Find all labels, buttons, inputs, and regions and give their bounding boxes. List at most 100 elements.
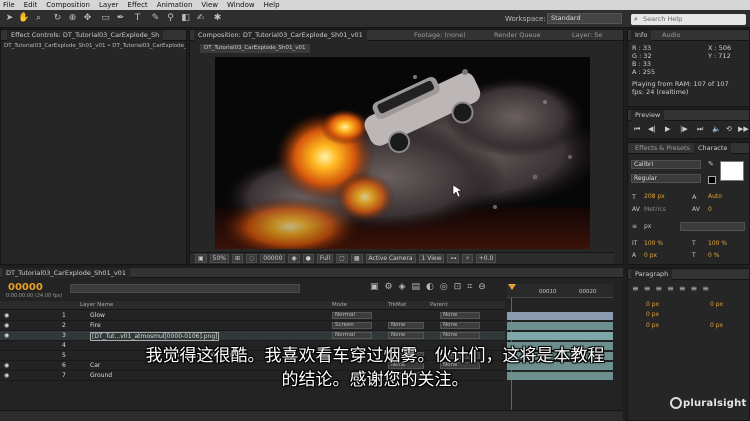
fast-preview-icon[interactable]: ⚡ xyxy=(462,254,473,263)
visibility-icon[interactable]: ◉ xyxy=(4,332,9,339)
pan-behind-tool-icon[interactable]: ✥ xyxy=(82,13,93,24)
track-bar[interactable] xyxy=(507,322,613,330)
layer-parent[interactable]: None xyxy=(440,332,480,339)
tab-footage[interactable]: Footage: (none) xyxy=(410,30,470,41)
puppet-tool-icon[interactable]: ✱ xyxy=(212,13,223,24)
menu-window[interactable]: Window xyxy=(227,1,255,9)
audio-icon[interactable]: 🔈 xyxy=(712,125,721,133)
search-help-input[interactable]: Search Help xyxy=(631,14,746,25)
exposure-value[interactable]: +0.0 xyxy=(475,254,497,263)
font-family-select[interactable]: Calibri xyxy=(631,160,701,169)
viewer-timecode[interactable]: 00000 xyxy=(260,254,286,263)
layer-trkmat[interactable]: None xyxy=(388,322,424,329)
horizontal-scale-value[interactable]: 100 % xyxy=(708,240,727,247)
rotate-tool-icon[interactable]: ↻ xyxy=(52,13,63,24)
next-frame-icon[interactable]: |▶ xyxy=(680,125,688,133)
col-trkmat[interactable]: TrkMat xyxy=(388,302,406,308)
layer-name[interactable]: [DT_Tut...v01_atmosmul[0000-0106].png] xyxy=(90,332,220,341)
vertical-scale-value[interactable]: 100 % xyxy=(644,240,663,247)
tab-audio[interactable]: Audio xyxy=(658,30,684,41)
layer-mode[interactable]: Normal xyxy=(332,332,372,339)
hand-tool-icon[interactable]: ✋ xyxy=(18,13,29,24)
layer-row[interactable]: ◉ 2 Fire Screen None None xyxy=(0,321,505,331)
layer-row[interactable]: ◉ 3 [DT_Tut...v01_atmosmul[0000-0106].pn… xyxy=(0,331,505,341)
leading-value[interactable]: Auto xyxy=(708,193,722,200)
menu-file[interactable]: File xyxy=(3,1,15,9)
view-layout-select[interactable]: 1 View xyxy=(418,254,445,263)
timeline-search-input[interactable] xyxy=(70,284,300,293)
composition-subtab[interactable]: DT_Tutorial03_CarExplode_Sh01_v01 xyxy=(200,44,310,53)
composition-viewer[interactable] xyxy=(215,57,590,249)
play-icon[interactable]: ▶ xyxy=(665,125,670,133)
grid-icon[interactable]: ⊞ xyxy=(232,254,244,263)
pen-tool-icon[interactable]: ✒ xyxy=(115,13,126,24)
tab-preview[interactable]: Preview xyxy=(631,110,665,121)
tab-effects-presets[interactable]: Effects & Presets xyxy=(631,143,694,154)
tab-info[interactable]: Info xyxy=(631,30,652,41)
alignment-buttons[interactable]: ≡≡≡≡≡≡≡ xyxy=(632,284,714,293)
visibility-icon[interactable]: ◉ xyxy=(4,322,9,329)
layer-name[interactable]: Glow xyxy=(90,312,105,319)
workspace-select[interactable]: Standard xyxy=(547,13,622,24)
mask-icon[interactable]: ◌ xyxy=(246,254,258,263)
transparency-grid-icon[interactable]: ▦ xyxy=(350,254,363,263)
roi-icon[interactable]: ▢ xyxy=(336,254,348,263)
loop-icon[interactable]: ⟲ xyxy=(726,125,732,133)
tab-render-queue[interactable]: Render Queue xyxy=(490,30,545,41)
menu-help[interactable]: Help xyxy=(264,1,280,9)
layer-parent[interactable]: None xyxy=(440,312,480,319)
prev-frame-icon[interactable]: ◀| xyxy=(648,125,656,133)
brush-tool-icon[interactable]: ✎ xyxy=(150,13,161,24)
camera-select[interactable]: Active Camera xyxy=(365,254,416,263)
selection-tool-icon[interactable]: ➤ xyxy=(4,13,15,24)
layer-row[interactable]: ◉ 1 Glow Normal None xyxy=(0,311,505,321)
rectangle-tool-icon[interactable]: ▭ xyxy=(100,13,111,24)
tab-paragraph[interactable]: Paragraph xyxy=(631,269,673,280)
eyedropper-icon[interactable]: ✎ xyxy=(708,160,714,168)
zoom-tool-icon[interactable]: ⌕ xyxy=(33,13,44,24)
flowchart-icon[interactable]: ⊶ xyxy=(447,254,460,263)
baseline-value[interactable]: 0 px xyxy=(644,252,657,259)
indent-first-value[interactable]: 0 px xyxy=(646,311,659,318)
stroke-unit[interactable]: px xyxy=(644,223,651,230)
black-swatch[interactable] xyxy=(708,176,716,184)
channel-icon[interactable]: ● xyxy=(302,254,314,263)
layer-trkmat[interactable]: None xyxy=(388,332,424,339)
last-frame-icon[interactable]: ⏭ xyxy=(697,125,703,134)
menu-edit[interactable]: Edit xyxy=(24,1,38,9)
camera-tool-icon[interactable]: ⊕ xyxy=(67,13,78,24)
menu-animation[interactable]: Animation xyxy=(157,1,193,9)
menu-effect[interactable]: Effect xyxy=(128,1,148,9)
layer-mode[interactable]: Screen xyxy=(332,322,372,329)
clone-stamp-tool-icon[interactable]: ⚲ xyxy=(165,13,176,24)
resolution-select[interactable]: Full xyxy=(316,254,334,263)
tab-character[interactable]: Characte xyxy=(694,143,732,154)
col-layer-name[interactable]: Layer Name xyxy=(80,302,113,308)
indent-right-value[interactable]: 0 px xyxy=(710,301,723,308)
tab-effect-controls[interactable]: Effect Controls: DT_Tutorial03_CarExplod… xyxy=(7,30,164,41)
timeline-ruler[interactable]: 00010 00020 xyxy=(507,284,613,298)
track-bar[interactable] xyxy=(507,312,613,320)
roto-brush-tool-icon[interactable]: ✍ xyxy=(195,13,206,24)
layer-name[interactable]: Fire xyxy=(90,322,101,329)
first-frame-icon[interactable]: ⏮ xyxy=(634,125,640,134)
tracking-value[interactable]: 0 xyxy=(708,206,712,213)
eraser-tool-icon[interactable]: ◧ xyxy=(180,13,191,24)
visibility-icon[interactable]: ◉ xyxy=(4,312,9,319)
space-after-value[interactable]: 0 px xyxy=(710,322,723,329)
kerning-value[interactable]: Metrics xyxy=(644,206,666,213)
fill-color-swatch[interactable] xyxy=(720,161,744,181)
tab-composition[interactable]: Composition: DT_Tutorial03_CarExplode_Sh… xyxy=(194,30,367,41)
tab-layer[interactable]: Layer: Se xyxy=(568,30,606,41)
indent-left-value[interactable]: 0 px xyxy=(646,301,659,308)
ram-preview-icon[interactable]: ▶▶ xyxy=(738,125,749,133)
text-tool-icon[interactable]: T xyxy=(132,13,143,24)
timeline-timecode[interactable]: 00000 xyxy=(8,282,43,293)
col-parent[interactable]: Parent xyxy=(430,302,448,308)
space-before-value[interactable]: 0 px xyxy=(646,322,659,329)
layer-parent[interactable]: None xyxy=(440,322,480,329)
font-size-value[interactable]: 208 px xyxy=(644,193,665,200)
tsume-value[interactable]: 0 % xyxy=(708,252,719,259)
stroke-style-select[interactable] xyxy=(680,222,745,231)
playhead-icon[interactable] xyxy=(508,284,516,290)
